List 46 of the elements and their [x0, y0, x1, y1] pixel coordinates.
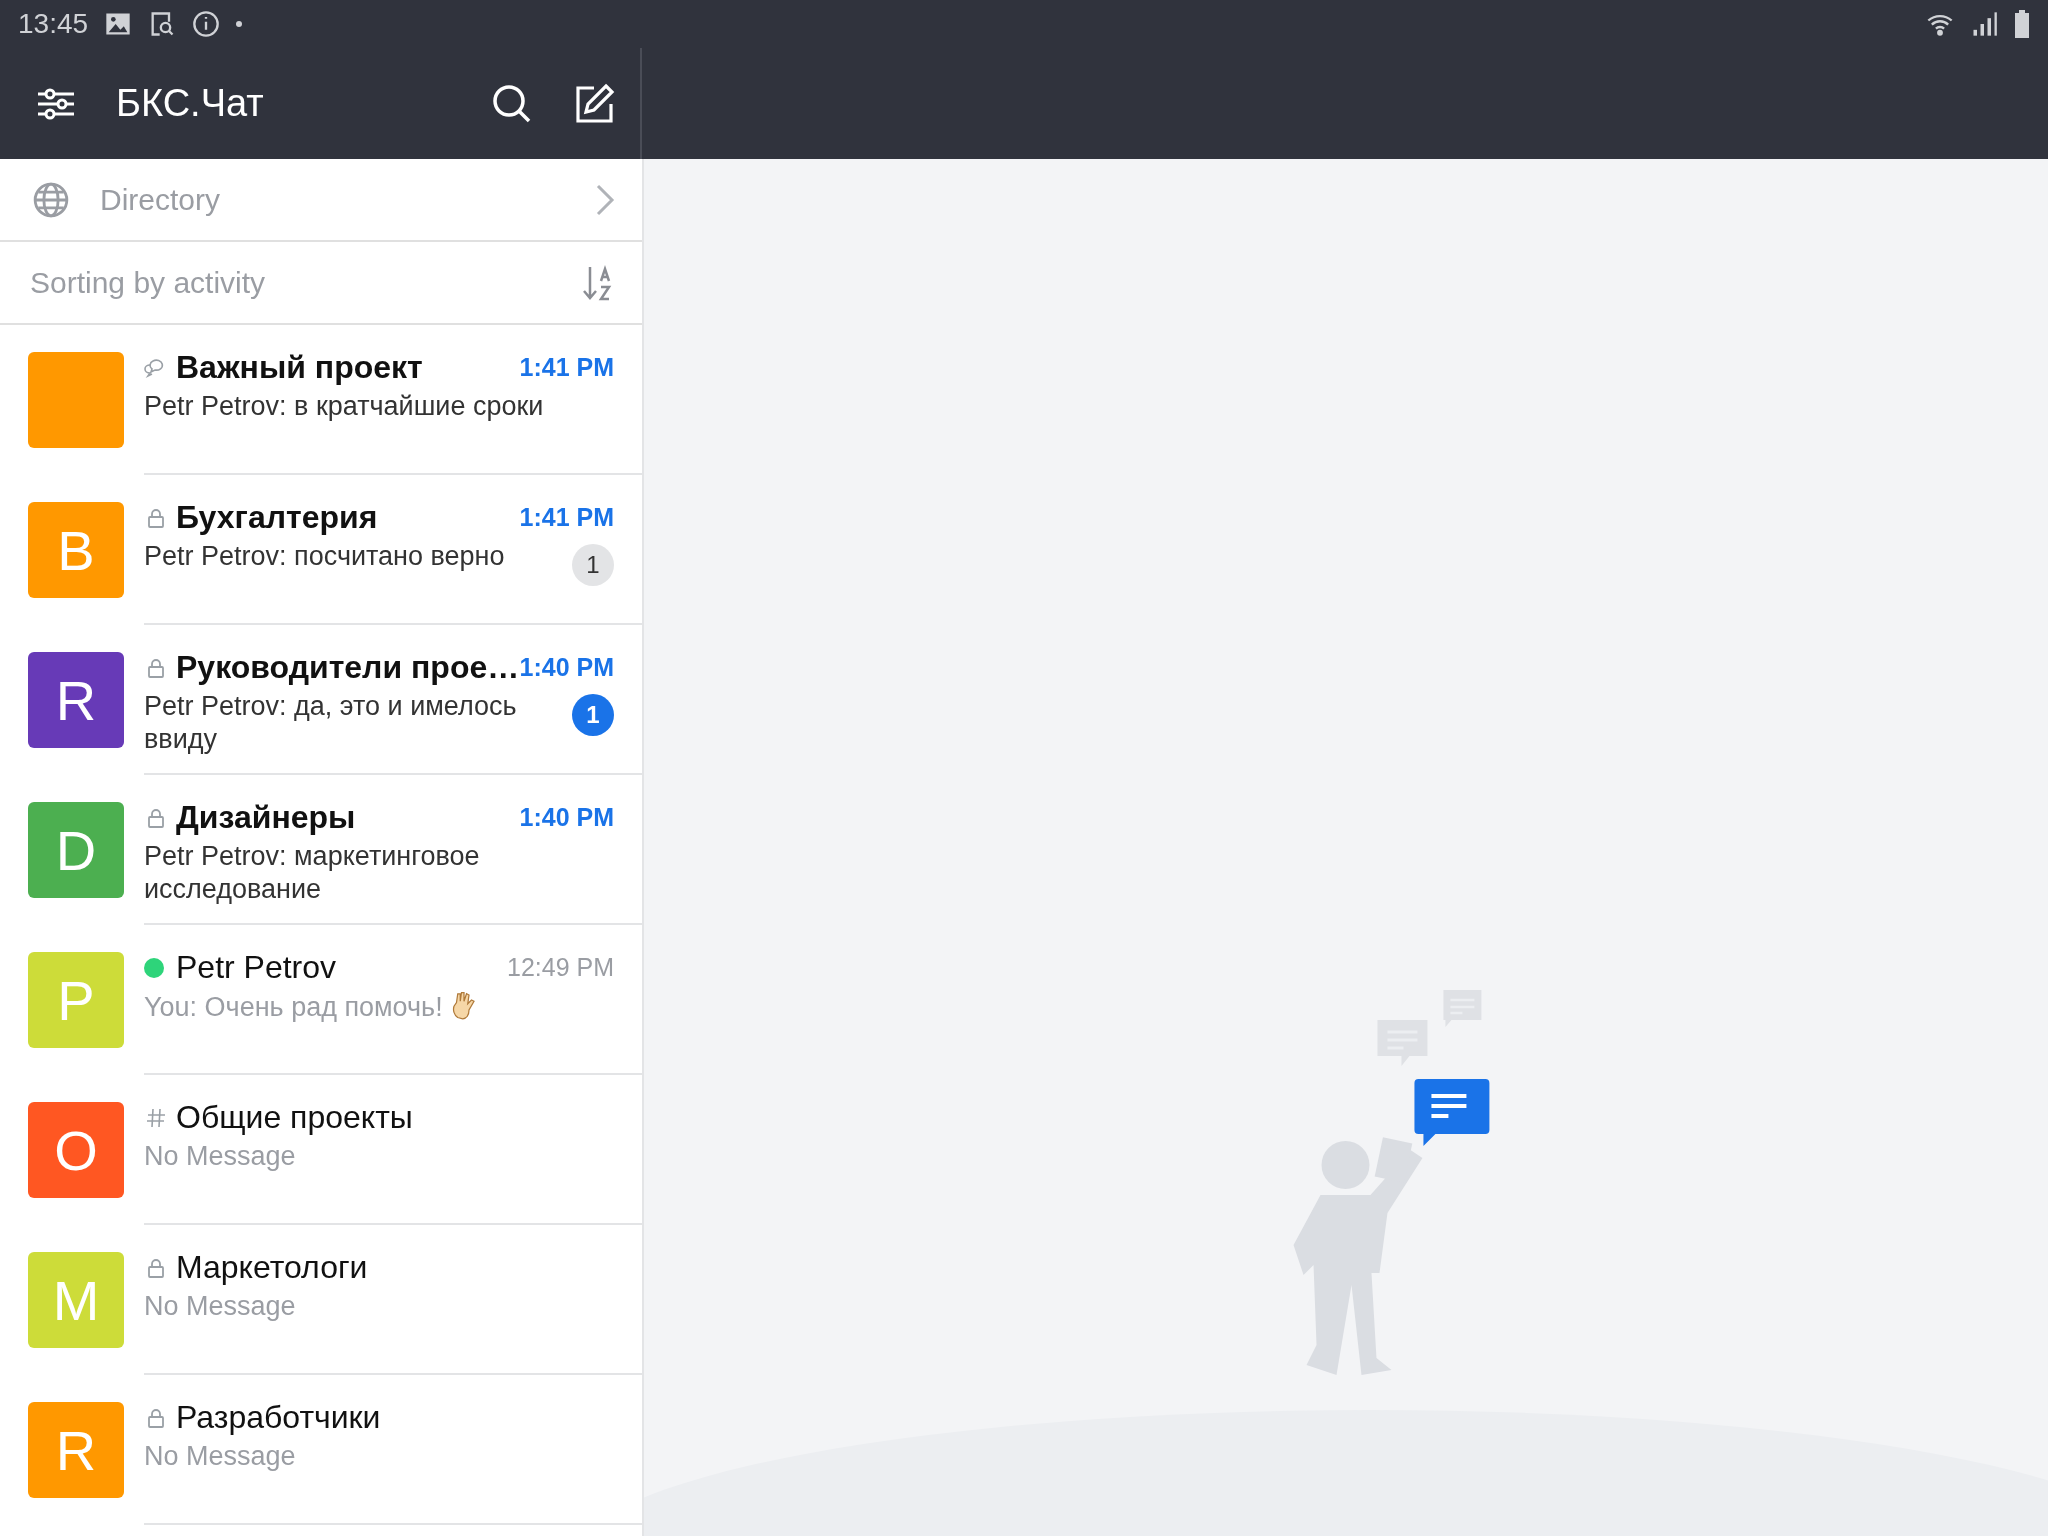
avatar: B: [28, 502, 124, 598]
chat-title: Важный проект: [176, 349, 424, 386]
chat-item[interactable]: M Маркетологи No Message: [0, 1225, 642, 1375]
chat-title: Petr Petrov: [176, 949, 338, 986]
globe-icon: [32, 180, 70, 219]
chat-item[interactable]: R Руководители прое…1:40 PM Petr Petrov: да, это и имелось ввиду 1: [0, 625, 642, 775]
chat-time: 12:49 PM: [507, 953, 614, 982]
chat-title: Разработчики: [176, 1399, 382, 1436]
message-preview: Petr Petrov: маркетинговое исследование: [144, 840, 481, 906]
unread-badge: 1: [572, 544, 614, 586]
chat-time: 1:41 PM: [519, 503, 614, 532]
chat-title: Общие проекты: [176, 1099, 414, 1136]
chat-item[interactable]: R Разработчики No Message: [0, 1375, 642, 1525]
info-icon: [192, 10, 221, 38]
message-preview: No Message: [144, 1440, 297, 1473]
chat-item[interactable]: P Petr Petrov 12:49 PM You: Очень рад помочь!: [0, 925, 642, 1075]
message-preview: No Message: [144, 1290, 297, 1323]
chat-time: 1:40 PM: [519, 653, 614, 682]
message-preview: Petr Petrov: да, это и имелось ввиду: [144, 690, 518, 756]
avatar: R: [28, 652, 124, 748]
app-title: БКС.Чат: [116, 82, 265, 125]
notification-dot-icon: [236, 21, 243, 27]
unread-badge: 1: [572, 694, 614, 736]
chat-title: Маркетологи: [176, 1249, 369, 1286]
chat-time: 1:40 PM: [519, 803, 614, 832]
chat-item[interactable]: O Общие проекты No Message: [0, 1075, 642, 1225]
avatar: D: [28, 802, 124, 898]
avatar: P: [28, 952, 124, 1048]
message-preview: No Message: [144, 1140, 297, 1173]
chat-item[interactable]: D Дизайнеры 1:40 PM Petr Petrov: маркетинговое исследование: [0, 775, 642, 925]
chat-time: 1:41 PM: [519, 353, 614, 382]
sorting-label: Sorting by activity: [30, 265, 267, 300]
online-dot: [144, 957, 164, 978]
avatar: M: [28, 1252, 124, 1348]
chat-title: Дизайнеры: [176, 799, 357, 836]
chat-item[interactable]: Важный проект 1:41 PM Petr Petrov: в кратчайшие сроки: [0, 325, 642, 475]
status-time: 13:45: [18, 8, 89, 40]
message-preview: Petr Petrov: посчитано верно: [144, 540, 506, 573]
message-preview: Petr Petrov: в кратчайшие сроки: [144, 390, 545, 423]
avatar: O: [28, 1102, 124, 1198]
avatar: R: [28, 1402, 124, 1498]
battery-icon: [2014, 10, 2030, 38]
chat-bubble-icon: [1414, 1079, 1490, 1146]
chat-title: Бухгалтерия: [176, 499, 379, 536]
message-preview: You: Очень рад помочь!: [144, 990, 614, 1024]
chat-item[interactable]: B Бухгалтерия 1:41 PM Petr Petrov: посчитано верно 1: [0, 475, 642, 625]
